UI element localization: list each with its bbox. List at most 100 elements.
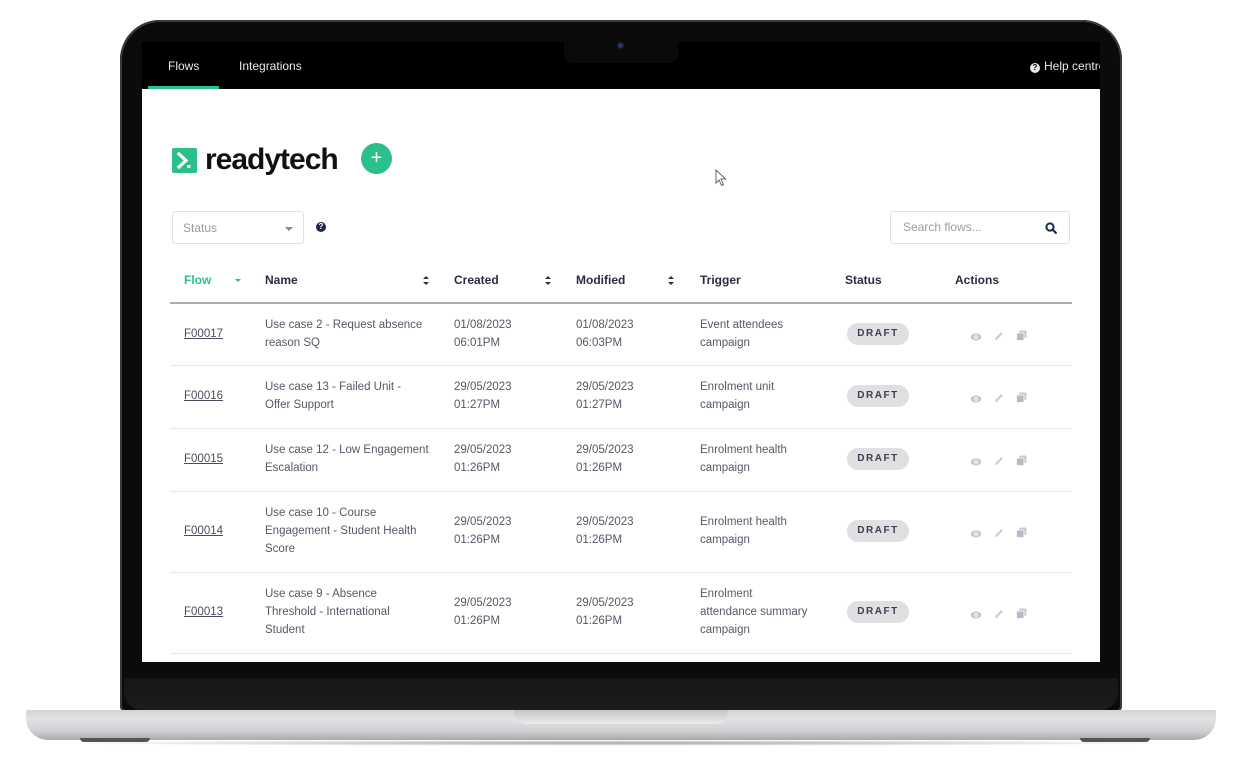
tab-integrations[interactable]: Integrations: [239, 42, 302, 89]
trigger-cell: Enrolment attendance summary campaign: [700, 585, 807, 639]
eye-icon[interactable]: [970, 453, 982, 471]
app-screen: Flows Integrations ? Help centre readytec…: [142, 42, 1100, 662]
eye-icon[interactable]: [970, 328, 982, 346]
pencil-icon[interactable]: [994, 390, 1004, 408]
pencil-icon[interactable]: [994, 606, 1004, 624]
modified-cell: 29/05/2023 01:26PM: [576, 513, 634, 549]
tab-flows[interactable]: Flows: [147, 42, 220, 89]
modified-time: 01:26PM: [576, 534, 623, 546]
row-actions: [970, 606, 1027, 624]
table-row[interactable]: F00017 Use case 2 - Request absence reason…: [170, 304, 1072, 366]
sort-icon[interactable]: [423, 276, 429, 285]
status-badge: DRAFT: [847, 601, 909, 623]
created-time: 01:26PM: [454, 615, 501, 627]
duplicate-icon[interactable]: [1016, 606, 1027, 624]
flow-name: Use case 2 - Request absence reason SQ: [265, 316, 422, 352]
status-badge: DRAFT: [847, 385, 909, 407]
modified-cell: 29/05/2023 01:26PM: [576, 594, 634, 630]
modified-time: 06:03PM: [576, 336, 623, 349]
help-centre-link[interactable]: ? Help centre: [1030, 42, 1100, 89]
created-time: 06:01PM: [454, 336, 501, 349]
created-date: 01/08/2023: [454, 318, 512, 331]
status-filter-placeholder: Status: [183, 221, 218, 235]
laptop-bezel-bottom: [124, 678, 1118, 710]
flow-name-line: Student: [265, 624, 305, 636]
trigger-line: campaign: [700, 399, 750, 411]
status-badge: DRAFT: [847, 322, 909, 345]
add-flow-button[interactable]: +: [361, 143, 392, 174]
trigger-line: Enrolment: [700, 588, 753, 600]
row-actions: [970, 453, 1027, 471]
duplicate-icon[interactable]: [1016, 390, 1027, 408]
modified-cell: 01/08/2023 06:03PM: [576, 316, 634, 352]
table-row[interactable]: F00015 Use case 12 - Low Engagement Escala…: [170, 429, 1072, 492]
flow-name-line: Use case 13 - Failed Unit -: [265, 381, 402, 393]
flow-name-line: Offer Support: [265, 399, 334, 411]
question-circle-icon[interactable]: ?: [316, 222, 326, 232]
created-date: 29/05/2023: [454, 597, 512, 609]
column-header-modified[interactable]: Modified: [576, 273, 625, 287]
column-header-created[interactable]: Created: [454, 273, 499, 287]
trigger-line: campaign: [700, 462, 750, 474]
modified-time: 01:26PM: [576, 615, 623, 627]
sort-icon[interactable]: [545, 276, 551, 285]
duplicate-icon[interactable]: [1016, 525, 1027, 543]
flow-id-link[interactable]: F00015: [184, 453, 223, 465]
trigger-line: Enrolment health: [700, 516, 787, 528]
trigger-cell: Enrolment unit campaign: [700, 378, 774, 414]
modified-cell: 29/05/2023 01:26PM: [576, 441, 634, 477]
readytech-logo: readytech: [172, 143, 339, 176]
status-badge: DRAFT: [847, 448, 909, 470]
question-circle-icon: ?: [1030, 63, 1040, 73]
flow-id-link[interactable]: F00017: [184, 328, 223, 340]
duplicate-icon[interactable]: [1016, 453, 1027, 471]
brand-name: readytech: [205, 143, 339, 176]
column-header-trigger: Trigger: [700, 273, 741, 287]
flow-id-link[interactable]: F00013: [184, 606, 223, 618]
created-time: 01:26PM: [454, 534, 501, 546]
modified-date: 29/05/2023: [576, 444, 634, 456]
sort-icon[interactable]: [668, 276, 674, 285]
camera-notch: [564, 41, 678, 63]
eye-icon[interactable]: [970, 390, 982, 408]
eye-icon[interactable]: [970, 525, 982, 543]
flow-name-line: Escalation: [265, 462, 319, 474]
duplicate-icon[interactable]: [1016, 328, 1027, 346]
table-row[interactable]: F00016 Use case 13 - Failed Unit - Offer S…: [170, 366, 1072, 429]
trigger-line: attendance summary: [700, 606, 808, 618]
modified-date: 29/05/2023: [576, 516, 634, 528]
flow-name-line: Score: [265, 543, 296, 555]
table-row[interactable]: F00013 Use case 9 - Absence Threshold - In…: [170, 573, 1072, 654]
search-input[interactable]: [901, 219, 1035, 235]
created-cell: 29/05/2023 01:26PM: [454, 441, 512, 477]
modified-date: 01/08/2023: [576, 318, 634, 331]
modified-date: 29/05/2023: [576, 381, 634, 393]
created-time: 01:26PM: [454, 462, 501, 474]
table-body: F00017 Use case 2 - Request absence reason…: [170, 304, 1072, 654]
sort-desc-icon[interactable]: [235, 279, 241, 282]
search-icon[interactable]: [1045, 221, 1057, 239]
created-date: 29/05/2023: [454, 381, 512, 393]
table-row[interactable]: F00014 Use case 10 - Course Engagement - S…: [170, 492, 1072, 573]
laptop-shadow: [40, 740, 1200, 746]
trigger-line: Enrolment health: [700, 444, 787, 456]
laptop-foot: [1080, 738, 1150, 742]
status-filter-select[interactable]: Status: [172, 211, 304, 244]
eye-icon[interactable]: [970, 606, 982, 624]
flow-id-link[interactable]: F00016: [184, 390, 223, 402]
pencil-icon[interactable]: [994, 453, 1004, 471]
column-header-name[interactable]: Name: [265, 273, 298, 287]
chevron-down-icon: [285, 227, 293, 231]
trigger-line: campaign: [700, 336, 750, 349]
flow-name-line: reason SQ: [265, 336, 320, 349]
created-date: 29/05/2023: [454, 516, 512, 528]
laptop-base-notch: [514, 710, 728, 724]
trigger-cell: Event attendees campaign: [700, 316, 783, 352]
flow-id-link[interactable]: F00014: [184, 525, 223, 537]
modified-date: 29/05/2023: [576, 597, 634, 609]
column-header-flow[interactable]: Flow: [184, 273, 211, 287]
pencil-icon[interactable]: [994, 525, 1004, 543]
created-time: 01:27PM: [454, 399, 501, 411]
trigger-line: Enrolment unit: [700, 381, 775, 393]
pencil-icon[interactable]: [994, 328, 1004, 346]
